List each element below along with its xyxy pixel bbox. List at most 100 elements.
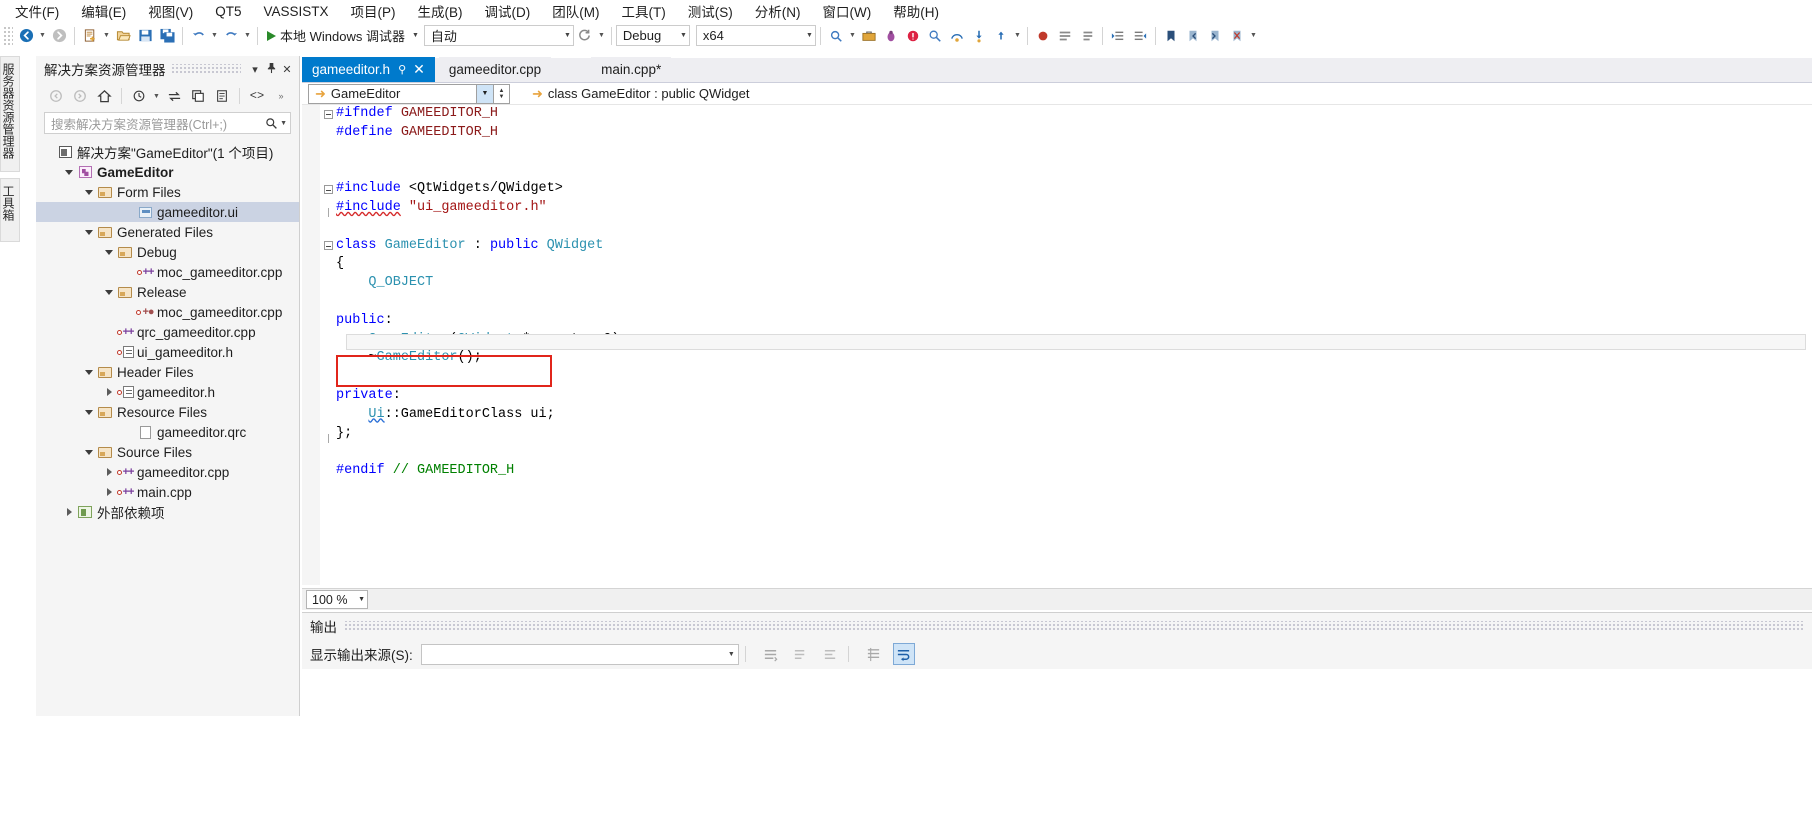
zoom-level-combo[interactable]: 100 % ▼ [306,590,368,609]
menu-item-2[interactable]: 视图(V) [137,0,204,23]
error-list-icon[interactable] [902,25,924,47]
dropdown-icon[interactable]: ▾ [247,63,263,76]
tree-item-7[interactable]: Release [36,282,299,302]
uncomment-icon[interactable] [1076,25,1098,47]
outdent-icon[interactable] [1129,25,1151,47]
expand-arrow-icon[interactable] [82,369,96,375]
step-into-icon[interactable] [968,25,990,47]
pending-changes-dropdown-icon[interactable]: ▼ [151,85,162,107]
properties-icon[interactable] [210,85,234,107]
pin-icon[interactable]: ⚲ [398,63,406,76]
close-icon[interactable]: ✕ [279,63,295,76]
tree-item-5[interactable]: Debug [36,242,299,262]
editor-tab-1[interactable]: gameeditor.cpp [438,57,552,82]
list-output-icon[interactable] [760,643,782,665]
prev-bookmark-icon[interactable] [1182,25,1204,47]
chevron-down-icon[interactable]: ▼ [476,84,493,103]
panel-drag-dots[interactable] [345,621,1804,631]
sidebar-item-server-explorer[interactable]: 服务器资源管理器 [0,56,20,172]
wrap-long-lines-icon[interactable] [892,643,915,665]
menu-item-7[interactable]: 调试(D) [474,0,542,23]
find-icon[interactable] [825,25,847,47]
menu-item-3[interactable]: QT5 [204,2,252,21]
collapse-arrow-icon[interactable] [102,388,116,396]
clear-all-icon[interactable] [790,643,812,665]
tree-item-2[interactable]: Form Files [36,182,299,202]
tree-item-8[interactable]: +● moc_gameeditor.cpp [36,302,299,322]
editor-tab-2[interactable]: main.cpp* [591,57,672,82]
menu-item-10[interactable]: 测试(S) [677,0,744,23]
navbar-spinner[interactable]: ▲ ▼ [494,83,510,104]
restart-icon[interactable] [574,25,596,47]
tree-item-15[interactable]: Source Files [36,442,299,462]
tree-item-16[interactable]: ++ gameeditor.cpp [36,462,299,482]
restart-dropdown-icon[interactable]: ▼ [596,25,607,47]
back-dropdown-icon[interactable]: ▼ [37,25,48,47]
magnifier-icon[interactable]: ▼ [265,117,287,130]
redo-icon[interactable] [220,25,242,47]
expand-arrow-icon[interactable] [102,249,116,255]
fold-collapse-icon[interactable] [320,109,336,119]
output-text-area[interactable] [302,669,1812,822]
sync-icon[interactable] [162,85,186,107]
undo-dropdown-icon[interactable]: ▼ [209,25,220,47]
tree-item-6[interactable]: ++ moc_gameeditor.cpp [36,262,299,282]
tree-item-4[interactable]: Generated Files [36,222,299,242]
tree-item-11[interactable]: Header Files [36,362,299,382]
menu-item-6[interactable]: 生成(B) [407,0,474,23]
collapse-arrow-icon[interactable] [102,488,116,496]
navbar-type-combo[interactable]: ➜ GameEditor ▼ [308,83,494,104]
output-source-combo[interactable]: ▼ [420,643,739,665]
search-input[interactable]: 搜索解决方案资源管理器(Ctrl+;) ▼ [44,112,291,134]
start-debug-button[interactable]: 本地 Windows 调试器 ▼ [262,25,424,46]
collapse-arrow-icon[interactable] [62,508,76,516]
forward-arrow-icon[interactable] [48,25,70,47]
tree-item-0[interactable]: 解决方案"GameEditor"(1 个项目) [36,142,299,162]
find-in-files-icon[interactable] [924,25,946,47]
home-icon[interactable] [92,85,116,107]
expand-arrow-icon[interactable] [82,409,96,415]
expand-arrow-icon[interactable] [82,189,96,195]
find-message-icon[interactable] [863,643,885,665]
close-icon[interactable]: ✕ [413,61,425,78]
comment-icon[interactable] [1054,25,1076,47]
panel-drag-dots[interactable] [171,64,241,74]
forward-icon[interactable] [68,85,92,107]
config-platform-combo[interactable]: x64 ▼ [695,25,816,46]
menu-item-0[interactable]: 文件(F) [4,0,70,23]
collapse-all-icon[interactable] [186,85,210,107]
expand-arrow-icon[interactable] [102,289,116,295]
tree-item-10[interactable]: ui_gameeditor.h [36,342,299,362]
step-out-icon[interactable] [990,25,1012,47]
toolbar-overflow-icon[interactable]: ▼ [1248,25,1259,47]
toggle-wordwrap-icon[interactable] [820,643,842,665]
tree-item-9[interactable]: ++ qrc_gameeditor.cpp [36,322,299,342]
menu-item-4[interactable]: VASSISTX [253,2,340,21]
tree-item-3[interactable]: gameeditor.ui [36,202,299,222]
tree-item-1[interactable]: GameEditor [36,162,299,182]
open-file-icon[interactable] [112,25,134,47]
editor-tab-0[interactable]: gameeditor.h ⚲ ✕ [302,57,435,82]
toolbox-icon[interactable] [858,25,880,47]
back-arrow-icon[interactable] [15,25,37,47]
pending-changes-icon[interactable] [127,85,151,107]
tree-item-14[interactable]: gameeditor.qrc [36,422,299,442]
menu-item-11[interactable]: 分析(N) [744,0,812,23]
clear-bookmarks-icon[interactable] [1226,25,1248,47]
breakpoint-icon[interactable] [1032,25,1054,47]
menu-item-8[interactable]: 团队(M) [541,0,610,23]
save-icon[interactable] [134,25,156,47]
redo-dropdown-icon[interactable]: ▼ [242,25,253,47]
new-project-icon[interactable] [79,25,101,47]
undo-icon[interactable] [187,25,209,47]
menu-item-9[interactable]: 工具(T) [611,0,677,23]
next-bookmark-icon[interactable] [1204,25,1226,47]
save-all-icon[interactable] [156,25,178,47]
back-icon[interactable] [44,85,68,107]
pin-icon[interactable] [263,62,279,77]
sidebar-item-toolbox[interactable]: 工具箱 [0,178,20,242]
bookmark-icon[interactable] [1160,25,1182,47]
expand-arrow-icon[interactable] [62,169,76,175]
bug-icon[interactable] [880,25,902,47]
step-over-icon[interactable] [946,25,968,47]
